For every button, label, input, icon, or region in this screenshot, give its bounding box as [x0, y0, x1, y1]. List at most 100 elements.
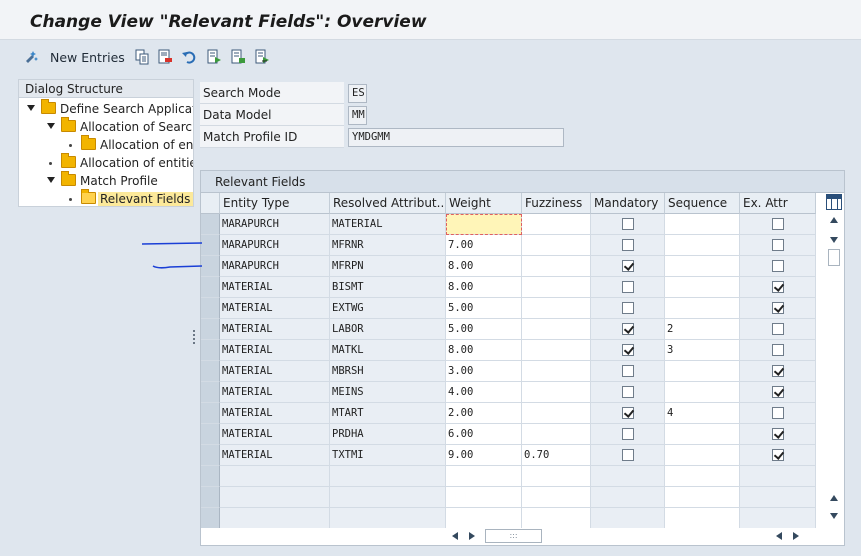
scroll-right-end-icon[interactable]: [793, 532, 799, 540]
table-row[interactable]: MATERIAL MTART 2.00 4: [201, 403, 816, 424]
column-header-sequence[interactable]: Sequence: [665, 193, 740, 214]
cell-fuzziness[interactable]: [522, 508, 591, 528]
ex-attr-checkbox[interactable]: [771, 218, 784, 230]
cell-sequence[interactable]: [665, 508, 740, 528]
deselect-all-button[interactable]: [230, 48, 246, 66]
data-model-field[interactable]: MM: [348, 106, 367, 125]
cell-fuzziness[interactable]: [522, 277, 591, 298]
row-selector[interactable]: [201, 466, 220, 487]
cell-fuzziness[interactable]: [522, 319, 591, 340]
tree-item-define-search-application[interactable]: Define Search Applicatio: [19, 99, 193, 118]
cell-fuzziness[interactable]: [522, 487, 591, 508]
cell-sequence[interactable]: [665, 298, 740, 319]
panel-splitter[interactable]: [193, 330, 196, 348]
cell-sequence[interactable]: [665, 466, 740, 487]
cell-weight[interactable]: 5.00: [446, 319, 522, 340]
mandatory-checkbox[interactable]: [621, 386, 634, 398]
cell-sequence[interactable]: [665, 487, 740, 508]
row-selector[interactable]: [201, 340, 220, 361]
mandatory-checkbox[interactable]: [621, 218, 634, 230]
table-row[interactable]: MARAPURCH MFRPN 8.00: [201, 256, 816, 277]
cell-weight[interactable]: 8.00: [446, 340, 522, 361]
scroll-up-bottom-icon[interactable]: [830, 495, 838, 501]
cell-weight[interactable]: [446, 508, 522, 528]
row-selector[interactable]: [201, 361, 220, 382]
cell-weight[interactable]: 8.00: [446, 277, 522, 298]
vertical-scroll-thumb[interactable]: [828, 249, 840, 266]
row-selector[interactable]: [201, 445, 220, 466]
cell-sequence[interactable]: 2: [665, 319, 740, 340]
search-mode-field[interactable]: ES: [348, 84, 367, 103]
row-selector[interactable]: [201, 424, 220, 445]
scroll-right-icon[interactable]: [469, 532, 475, 540]
ex-attr-checkbox[interactable]: [771, 239, 784, 251]
row-selector[interactable]: [201, 235, 220, 256]
cell-sequence[interactable]: [665, 424, 740, 445]
mandatory-checkbox[interactable]: [621, 449, 634, 461]
cell-weight[interactable]: 9.00: [446, 445, 522, 466]
column-header-fuzziness[interactable]: Fuzziness: [522, 193, 591, 214]
row-selector[interactable]: [201, 487, 220, 508]
row-selector[interactable]: [201, 214, 220, 235]
ex-attr-checkbox[interactable]: [771, 386, 784, 398]
table-row[interactable]: MATERIAL LABOR 5.00 2: [201, 319, 816, 340]
ex-attr-checkbox[interactable]: [771, 323, 784, 335]
cell-sequence[interactable]: 4: [665, 403, 740, 424]
expand-arrow-icon[interactable]: [47, 177, 55, 183]
match-profile-field[interactable]: YMDGMM: [348, 128, 564, 147]
ex-attr-checkbox[interactable]: [771, 260, 784, 272]
select-block-button[interactable]: [254, 48, 270, 66]
row-selector[interactable]: [201, 256, 220, 277]
scroll-down-icon[interactable]: [830, 237, 838, 243]
table-row[interactable]: MATERIAL MBRSH 3.00: [201, 361, 816, 382]
horizontal-scrollbar[interactable]: :::: [448, 529, 803, 543]
tree-item-allocation-of-entities[interactable]: Allocation of entities: [19, 153, 193, 172]
ex-attr-checkbox[interactable]: [771, 365, 784, 377]
table-row[interactable]: MATERIAL MATKL 8.00 3: [201, 340, 816, 361]
cell-fuzziness[interactable]: [522, 298, 591, 319]
cell-weight[interactable]: [446, 466, 522, 487]
table-row[interactable]: [201, 487, 816, 508]
mandatory-checkbox[interactable]: [621, 365, 634, 377]
tree-item-allocation-of-search[interactable]: Allocation of Search: [19, 117, 193, 136]
row-selector[interactable]: [201, 403, 220, 424]
ex-attr-checkbox[interactable]: [771, 302, 784, 314]
cell-weight[interactable]: 6.00: [446, 424, 522, 445]
row-selector[interactable]: [201, 298, 220, 319]
column-header-ex-attr[interactable]: Ex. Attr: [740, 193, 816, 214]
ex-attr-checkbox[interactable]: [771, 344, 784, 356]
mandatory-checkbox[interactable]: [621, 407, 634, 419]
table-row[interactable]: MATERIAL EXTWG 5.00: [201, 298, 816, 319]
copy-button[interactable]: [134, 48, 150, 66]
cell-sequence[interactable]: 3: [665, 340, 740, 361]
cell-fuzziness[interactable]: [522, 235, 591, 256]
scroll-down-bottom-icon[interactable]: [830, 513, 838, 519]
undo-button[interactable]: [181, 48, 197, 66]
ex-attr-checkbox[interactable]: [771, 428, 784, 440]
cell-sequence[interactable]: [665, 214, 740, 235]
table-row[interactable]: MARAPURCH MATERIAL: [201, 214, 816, 235]
mandatory-checkbox[interactable]: [621, 239, 634, 251]
row-selector[interactable]: [201, 319, 220, 340]
cell-weight[interactable]: 7.00: [446, 235, 522, 256]
cell-weight[interactable]: 4.00: [446, 382, 522, 403]
mandatory-checkbox[interactable]: [621, 323, 634, 335]
table-row[interactable]: [201, 508, 816, 528]
cell-fuzziness[interactable]: [522, 214, 591, 235]
ex-attr-checkbox[interactable]: [771, 281, 784, 293]
tree-item-match-profile[interactable]: Match Profile: [19, 171, 193, 190]
cell-sequence[interactable]: [665, 235, 740, 256]
expand-arrow-icon[interactable]: [47, 123, 55, 129]
column-header-resolved-attribute[interactable]: Resolved Attribut...: [330, 193, 446, 214]
cell-sequence[interactable]: [665, 445, 740, 466]
cell-fuzziness[interactable]: [522, 361, 591, 382]
mandatory-checkbox[interactable]: [621, 302, 634, 314]
table-row[interactable]: MATERIAL BISMT 8.00: [201, 277, 816, 298]
table-row[interactable]: MATERIAL TXTMI 9.00 0.70: [201, 445, 816, 466]
ex-attr-checkbox[interactable]: [771, 407, 784, 419]
cell-sequence[interactable]: [665, 361, 740, 382]
cell-sequence[interactable]: [665, 382, 740, 403]
cell-weight[interactable]: 3.00: [446, 361, 522, 382]
column-header-entity-type[interactable]: Entity Type: [220, 193, 330, 214]
cell-weight[interactable]: 8.00: [446, 256, 522, 277]
